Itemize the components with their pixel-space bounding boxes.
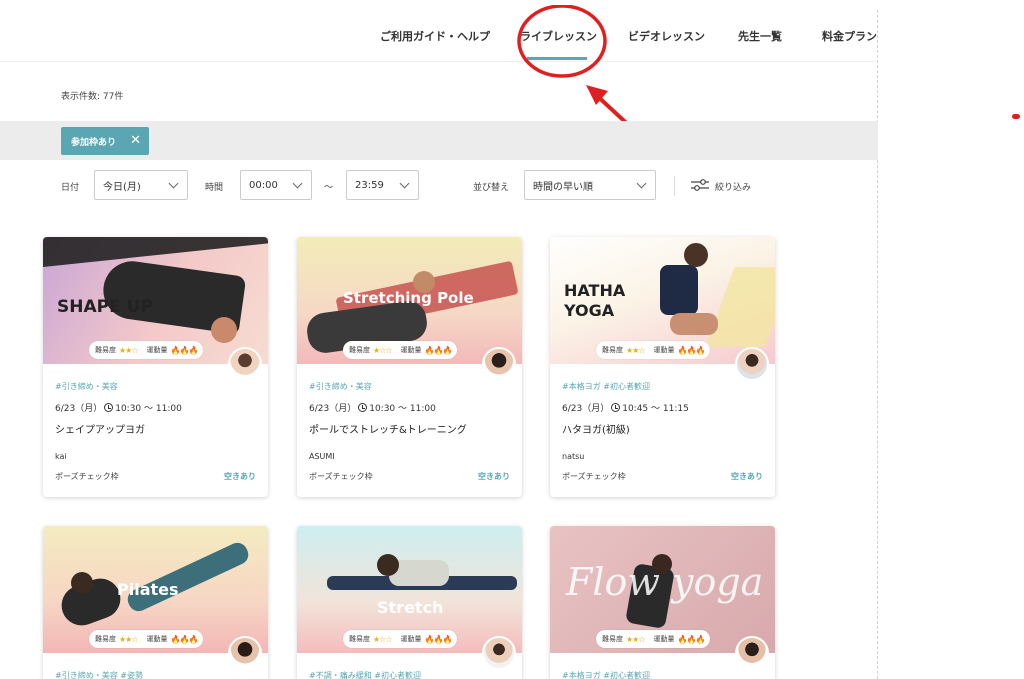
difficulty-badge: 難易度 ★★☆ 運動量 🔥🔥🔥: [596, 630, 711, 648]
lesson-thumbnail: Pilates 難易度 ★★☆ 運動量 🔥🔥🔥: [43, 526, 268, 653]
nav-teachers[interactable]: 先生一覧: [738, 28, 782, 44]
close-icon[interactable]: ✕: [130, 133, 141, 148]
lesson-card[interactable]: Stretching Pole 難易度 ★☆☆ 運動量 🔥🔥🔥 #引き締め・美容 6…: [297, 237, 522, 497]
teacher-avatar: [228, 636, 262, 670]
lesson-datetime: 6/23（月） 10:30 〜 11:00: [309, 403, 436, 414]
lesson-tags: #本格ヨガ #初心者歓迎: [562, 382, 650, 391]
pose-check-label: ポーズチェック枠: [309, 472, 373, 481]
filter-chip-label: 参加枠あり: [71, 137, 117, 148]
pose-check-label: ポーズチェック枠: [562, 472, 626, 481]
lesson-tags: #引き締め・美容: [55, 382, 118, 391]
time-label: 時間: [205, 183, 224, 193]
clock-icon: [358, 403, 368, 412]
lesson-datetime: 6/23（月） 10:30 〜 11:00: [55, 403, 182, 414]
page: ご利用ガイド・ヘルプ ライブレッスン ビデオレッスン 先生一覧 料金プラン 表示…: [0, 0, 1024, 679]
header-nav: ご利用ガイド・ヘルプ ライブレッスン ビデオレッスン 先生一覧 料金プラン: [0, 0, 878, 62]
difficulty-badge: 難易度 ★★☆ 運動量 🔥🔥🔥: [89, 630, 204, 648]
chevron-down-icon: [168, 178, 179, 189]
thumbnail-title: HATHA YOGA: [564, 281, 626, 320]
teacher-avatar: [482, 347, 516, 381]
availability-status: 空きあり: [478, 472, 510, 481]
result-count: 表示件数: 77件: [61, 92, 124, 102]
annotation-dot: [1012, 114, 1020, 119]
lesson-title: ポールでストレッチ&トレーニング: [309, 425, 467, 436]
annotation-overlay: [517, 5, 637, 133]
difficulty-badge: 難易度 ★★☆ 運動量 🔥🔥🔥: [596, 341, 711, 359]
lesson-thumbnail: Stretch 難易度 ★☆☆ 運動量 🔥🔥🔥: [297, 526, 522, 653]
nav-pricing[interactable]: 料金プラン: [822, 28, 877, 44]
time-to-select[interactable]: 23:59: [346, 170, 419, 200]
thumbnail-title: Flow yoga: [566, 560, 764, 604]
difficulty-badge: 難易度 ★☆☆ 運動量 🔥🔥🔥: [343, 341, 458, 359]
lesson-tags: #不調・痛み緩和 #初心者歓迎: [309, 671, 421, 679]
clock-icon: [104, 403, 114, 412]
teacher-name: ASUMI: [309, 452, 335, 461]
filter-chip-available[interactable]: 参加枠あり ✕: [61, 127, 149, 155]
chevron-down-icon: [399, 178, 410, 189]
clock-icon: [611, 403, 621, 412]
thumbnail-title: SHAPE UP: [57, 297, 153, 317]
sort-select-value: 時間の早い順: [533, 181, 593, 193]
time-to-value: 23:59: [355, 179, 384, 191]
thumbnail-title: Stretching Pole: [343, 289, 474, 307]
controls-divider: [674, 176, 675, 196]
lesson-title: ハタヨガ(初級): [562, 425, 630, 436]
date-select[interactable]: 今日(月): [94, 170, 188, 200]
date-label: 日付: [61, 183, 80, 193]
time-from-value: 00:00: [249, 179, 278, 191]
time-from-select[interactable]: 00:00: [240, 170, 312, 200]
lesson-thumbnail: Flow yoga 難易度 ★★☆ 運動量 🔥🔥🔥: [550, 526, 775, 653]
sort-label: 並び替え: [473, 183, 510, 193]
lesson-card[interactable]: Pilates 難易度 ★★☆ 運動量 🔥🔥🔥 #引き締め・美容 #姿勢: [43, 526, 268, 679]
annotation-circle: [517, 5, 607, 78]
availability-status: 空きあり: [731, 472, 763, 481]
filter-sliders-icon[interactable]: [690, 178, 710, 192]
thumbnail-title: Pilates: [117, 580, 179, 599]
page-edge-divider: [877, 10, 878, 679]
date-select-value: 今日(月): [103, 181, 141, 193]
teacher-avatar: [228, 347, 262, 381]
teacher-name: kai: [55, 452, 67, 461]
lesson-card[interactable]: Flow yoga 難易度 ★★☆ 運動量 🔥🔥🔥 #本格ヨガ #初心者歓迎: [550, 526, 775, 679]
lesson-card[interactable]: SHAPE UP 難易度 ★★☆ 運動量 🔥🔥🔥 #引き締め・美容 6/23（月） 1…: [43, 237, 268, 497]
lesson-datetime: 6/23（月） 10:45 〜 11:15: [562, 403, 689, 414]
difficulty-badge: 難易度 ★★☆ 運動量 🔥🔥🔥: [89, 341, 204, 359]
nav-guide-help[interactable]: ご利用ガイド・ヘルプ: [380, 28, 490, 44]
lesson-thumbnail: Stretching Pole 難易度 ★☆☆ 運動量 🔥🔥🔥: [297, 237, 522, 364]
lesson-card[interactable]: HATHA YOGA 難易度 ★★☆ 運動量 🔥🔥🔥 #本格ヨガ #初心者歓迎 6/…: [550, 237, 775, 497]
time-range-tilde: 〜: [324, 183, 334, 193]
pose-check-label: ポーズチェック枠: [55, 472, 119, 481]
teacher-avatar: [482, 636, 516, 670]
lesson-tags: #引き締め・美容 #姿勢: [55, 671, 143, 679]
lesson-thumbnail: HATHA YOGA 難易度 ★★☆ 運動量 🔥🔥🔥: [550, 237, 775, 364]
teacher-name: natsu: [562, 452, 585, 461]
chevron-down-icon: [636, 178, 647, 189]
sort-select[interactable]: 時間の早い順: [524, 170, 656, 200]
chevron-down-icon: [292, 178, 303, 189]
teacher-avatar: [735, 347, 769, 381]
lesson-tags: #本格ヨガ #初心者歓迎: [562, 671, 650, 679]
thumbnail-title: Stretch: [377, 598, 444, 617]
difficulty-badge: 難易度 ★☆☆ 運動量 🔥🔥🔥: [343, 630, 458, 648]
lesson-card[interactable]: Stretch 難易度 ★☆☆ 運動量 🔥🔥🔥 #不調・痛み緩和 #初心者歓迎: [297, 526, 522, 679]
narrow-down-button[interactable]: 絞り込み: [715, 180, 751, 193]
lesson-tags: #引き締め・美容: [309, 382, 372, 391]
lesson-thumbnail: SHAPE UP 難易度 ★★☆ 運動量 🔥🔥🔥: [43, 237, 268, 364]
teacher-avatar: [735, 636, 769, 670]
availability-status: 空きあり: [224, 472, 256, 481]
lesson-title: シェイプアップヨガ: [55, 425, 145, 436]
